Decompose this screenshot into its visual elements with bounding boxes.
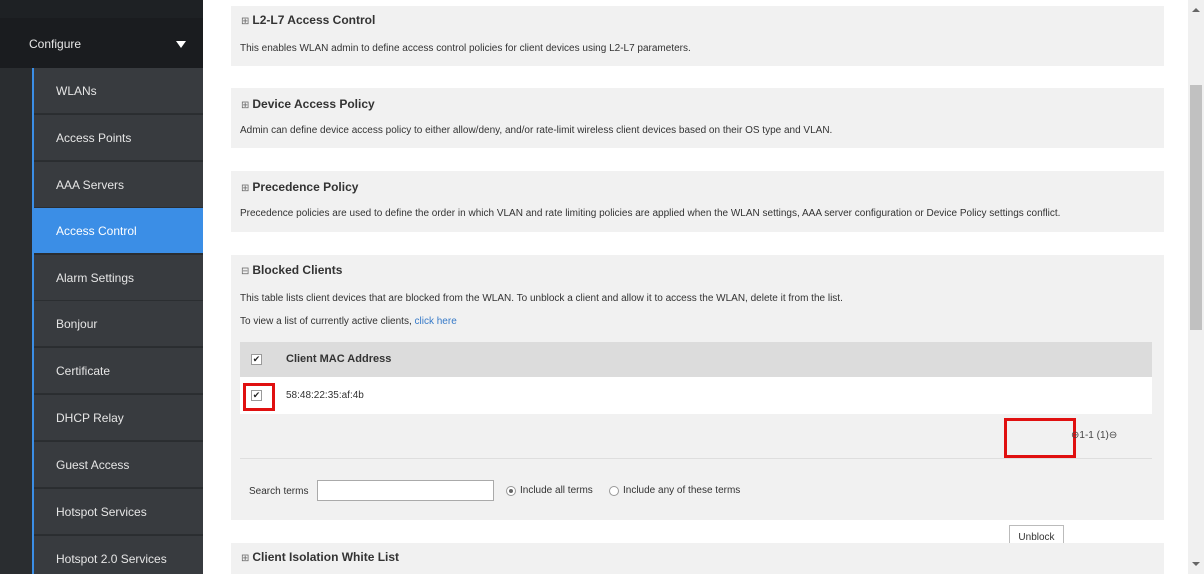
caret-down-icon <box>176 41 186 48</box>
blocked-clients-table-header: ✔ Client MAC Address <box>240 342 1152 377</box>
expand-icon: ⊞ <box>241 553 250 564</box>
expand-icon: ⊞ <box>241 16 250 27</box>
sidebar-item-label: DHCP Relay <box>56 411 124 425</box>
blocked-clients-panel-header[interactable]: ⊟ Blocked Clients <box>241 263 342 277</box>
precedence-description: Precedence policies are used to define t… <box>240 208 1061 219</box>
sidebar-item-aaa-servers[interactable]: AAA Servers <box>34 162 203 208</box>
device-access-policy-panel: ⊞ Device Access Policy Admin can define d… <box>231 88 1164 148</box>
scroll-up-icon[interactable] <box>1192 8 1200 12</box>
search-input[interactable] <box>317 480 494 501</box>
blocked-clients-title: Blocked Clients <box>252 263 343 277</box>
table-row[interactable]: ✔ 58:48:22:35:af:4b <box>240 377 1152 414</box>
include-all-terms-label: Include all terms <box>520 485 593 496</box>
sidebar-item-label: Access Points <box>56 131 132 145</box>
search-terms-label: Search terms <box>249 486 309 497</box>
l2l7-panel-header[interactable]: ⊞ L2-L7 Access Control <box>241 13 375 27</box>
sidebar-item-guest-access[interactable]: Guest Access <box>34 442 203 488</box>
l2l7-title: L2-L7 Access Control <box>252 13 376 27</box>
active-clients-hint: To view a list of currently active clien… <box>240 316 457 327</box>
pagination: ⊖1-1 (1)⊖ <box>1071 430 1117 441</box>
include-any-terms-label: Include any of these terms <box>623 485 741 496</box>
include-any-terms-radio[interactable] <box>609 486 619 496</box>
expand-icon: ⊞ <box>241 183 250 194</box>
include-all-terms-radio[interactable] <box>506 486 516 496</box>
sidebar-item-wlans[interactable]: WLANs <box>34 68 203 114</box>
active-clients-hint-text: To view a list of currently active clien… <box>240 316 415 327</box>
sidebar-item-hotspot-services[interactable]: Hotspot Services <box>34 489 203 535</box>
sidebar-item-alarm-settings[interactable]: Alarm Settings <box>34 255 203 301</box>
sidebar: Configure WLANs Access Points AAA Server… <box>0 0 203 574</box>
sidebar-item-label: Guest Access <box>56 458 130 472</box>
unblock-button-highlight <box>1004 418 1076 458</box>
scrollbar-thumb[interactable] <box>1190 85 1202 330</box>
vertical-scrollbar[interactable] <box>1188 0 1204 574</box>
scroll-down-icon[interactable] <box>1192 562 1200 566</box>
isolation-panel-header[interactable]: ⊞ Client Isolation White List <box>241 550 399 564</box>
sidebar-item-access-points[interactable]: Access Points <box>34 115 203 161</box>
expand-icon: ⊞ <box>241 100 250 111</box>
isolation-title: Client Isolation White List <box>252 550 400 564</box>
pagination-range: 1-1 (1) <box>1079 430 1109 441</box>
next-page-icon[interactable]: ⊖ <box>1109 430 1117 441</box>
sidebar-top-bar <box>0 0 203 18</box>
sidebar-item-label: Alarm Settings <box>56 271 135 285</box>
sidebar-item-access-control[interactable]: Access Control <box>34 208 203 254</box>
l2l7-access-control-panel: ⊞ L2-L7 Access Control This enables WLAN … <box>231 6 1164 66</box>
device-policy-panel-header[interactable]: ⊞ Device Access Policy <box>241 97 375 111</box>
sidebar-item-label: Hotspot 2.0 Services <box>56 552 167 566</box>
sidebar-item-label: Bonjour <box>56 317 98 331</box>
device-policy-title: Device Access Policy <box>252 97 375 111</box>
sidebar-item-bonjour[interactable]: Bonjour <box>34 301 203 347</box>
sidebar-item-hotspot-2-services[interactable]: Hotspot 2.0 Services <box>34 536 203 574</box>
sidebar-item-label: Certificate <box>56 364 111 378</box>
click-here-link[interactable]: click here <box>415 316 457 327</box>
precedence-title: Precedence Policy <box>252 180 359 194</box>
row-checkbox-highlight <box>243 383 275 411</box>
main-content: ⊞ L2-L7 Access Control This enables WLAN … <box>203 0 1188 574</box>
sidebar-item-label: WLANs <box>56 84 97 98</box>
sidebar-item-label: Access Control <box>56 224 137 238</box>
sidebar-item-label: Hotspot Services <box>56 505 147 519</box>
precedence-panel-header[interactable]: ⊞ Precedence Policy <box>241 180 358 194</box>
device-policy-description: Admin can define device access policy to… <box>240 125 833 136</box>
precedence-policy-panel: ⊞ Precedence Policy Precedence policies a… <box>231 171 1164 232</box>
sidebar-item-label: AAA Servers <box>56 178 125 192</box>
blocked-clients-panel: ⊟ Blocked Clients This table lists client… <box>231 255 1164 550</box>
client-mac-column-header[interactable]: Client MAC Address <box>286 353 391 365</box>
configure-label: Configure <box>29 37 82 51</box>
configure-menu-header[interactable]: Configure <box>0 18 203 68</box>
client-isolation-panel: ⊞ Client Isolation White List <box>231 543 1164 574</box>
sidebar-item-dhcp-relay[interactable]: DHCP Relay <box>34 395 203 441</box>
sidebar-item-certificate[interactable]: Certificate <box>34 348 203 394</box>
client-mac-cell: 58:48:22:35:af:4b <box>286 390 364 401</box>
collapse-icon: ⊟ <box>241 266 250 277</box>
blocked-clients-description: This table lists client devices that are… <box>240 293 843 304</box>
l2l7-description: This enables WLAN admin to define access… <box>240 43 691 54</box>
select-all-checkbox[interactable]: ✔ <box>251 354 262 365</box>
